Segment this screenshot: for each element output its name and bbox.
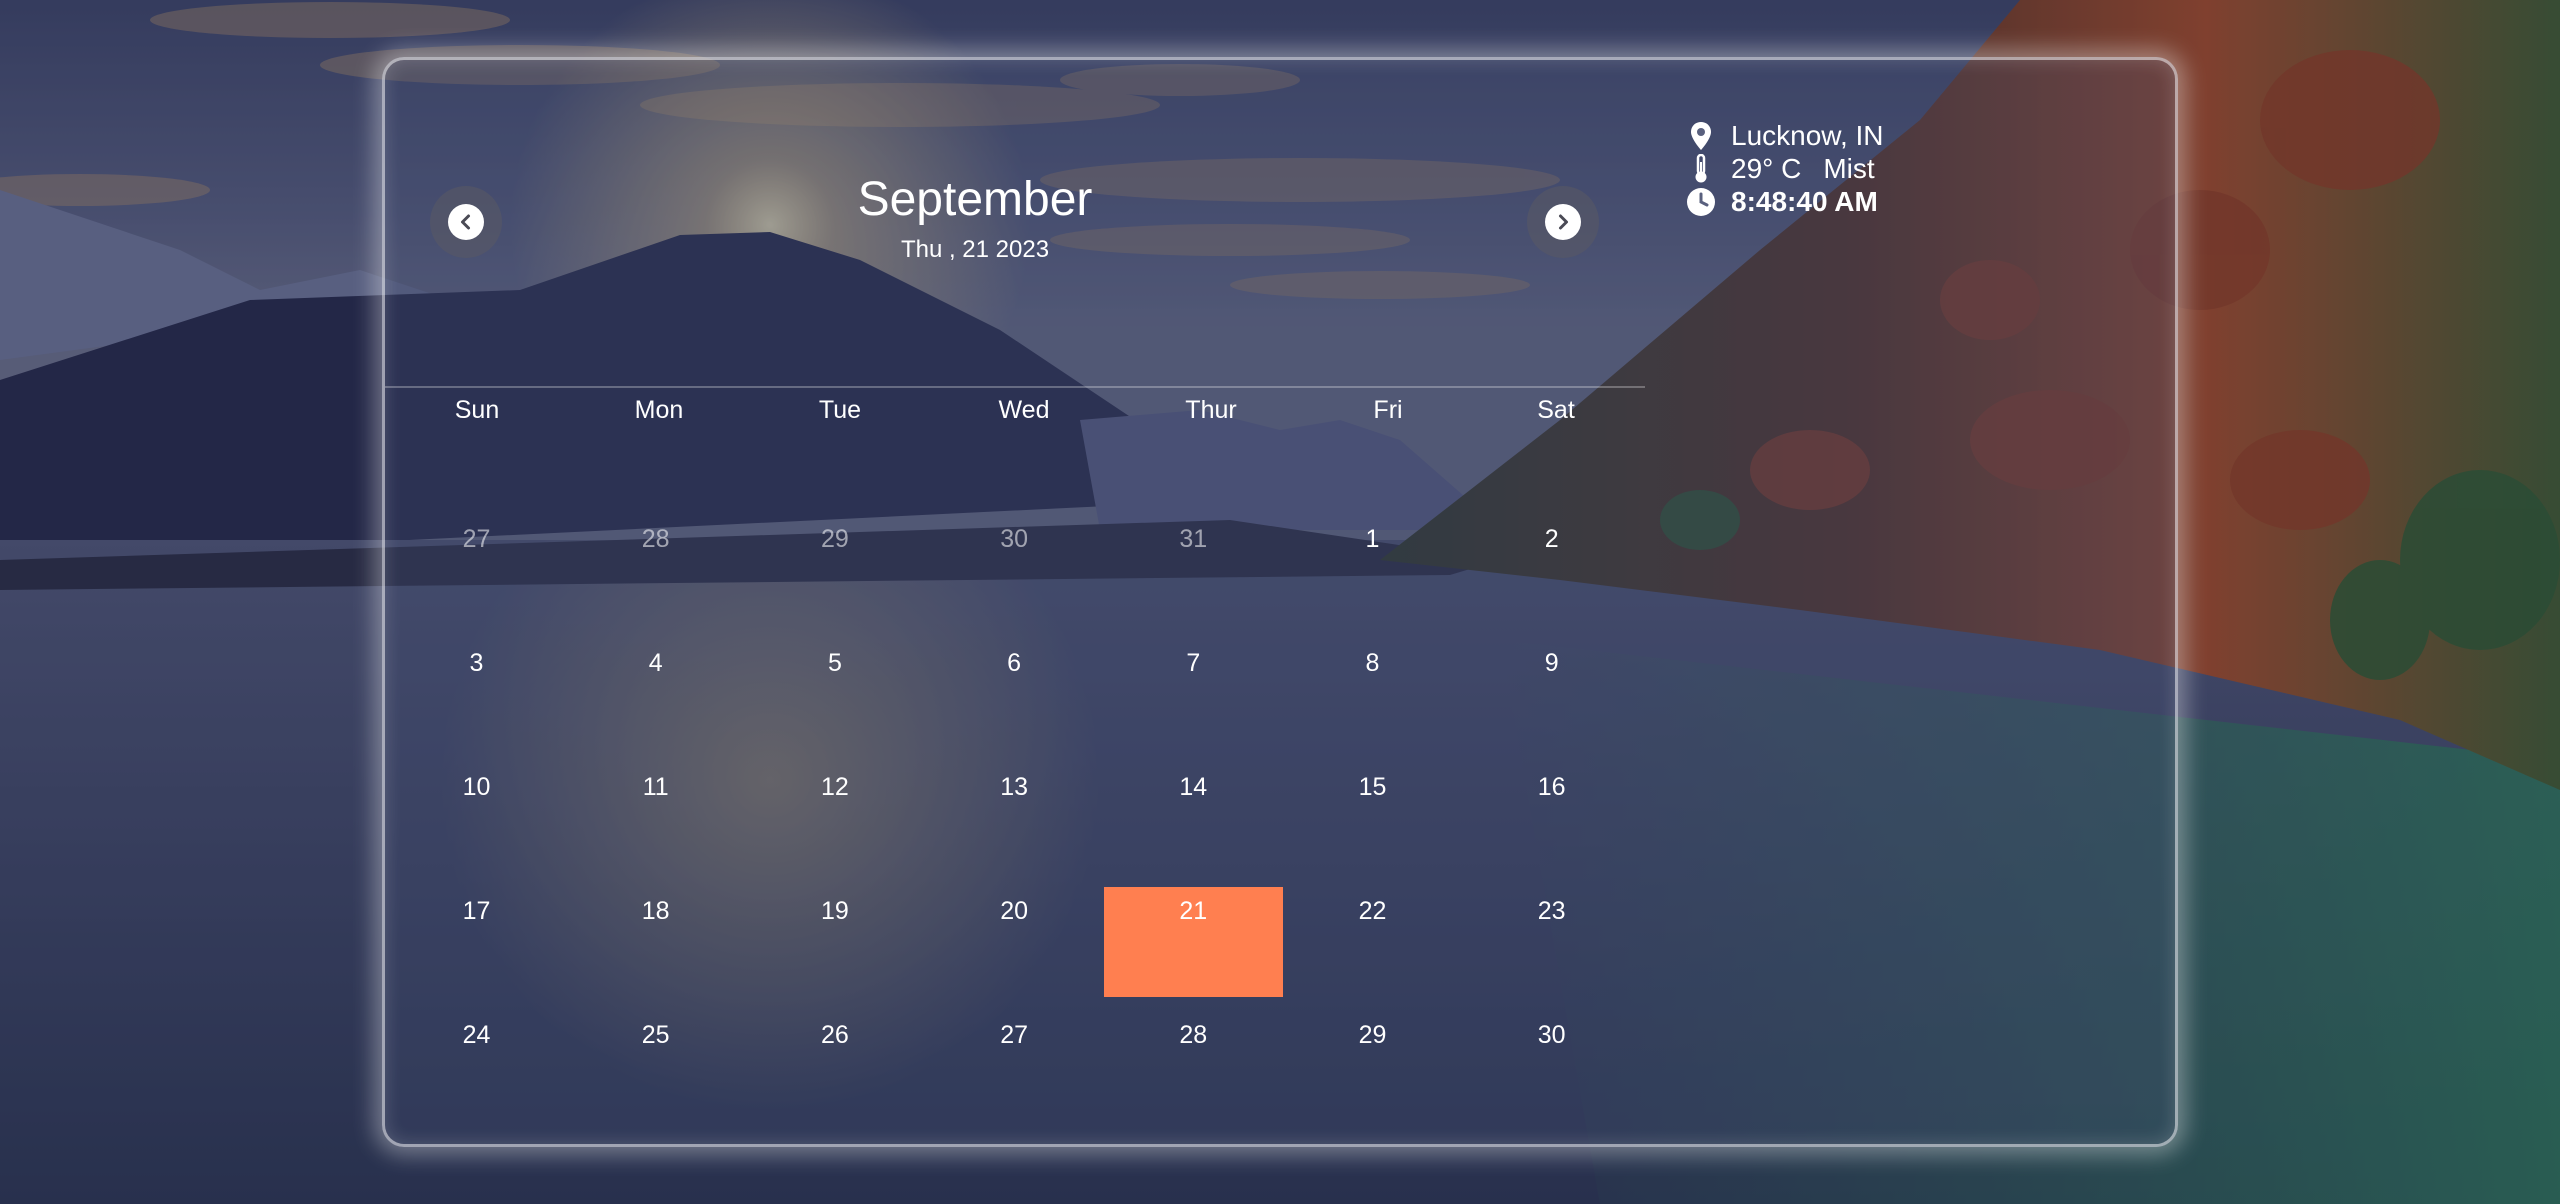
day-cell[interactable]: 10 [387,763,566,873]
day-cell[interactable]: 25 [566,1011,745,1121]
day-cell[interactable]: 23 [1462,887,1641,997]
day-cell[interactable]: 29 [1283,1011,1462,1121]
day-cell[interactable]: 13 [925,763,1104,873]
clock-icon [1683,187,1719,217]
day-cell[interactable]: 24 [387,1011,566,1121]
day-cell[interactable]: 20 [925,887,1104,997]
day-cell[interactable]: 2 [1462,515,1641,625]
day-cell[interactable]: 16 [1462,763,1641,873]
location-row: Lucknow, IN [1683,119,1884,152]
day-cell[interactable]: 26 [745,1011,924,1121]
day-cell[interactable]: 1 [1283,515,1462,625]
day-grid: 27 28 29 30 31 1 2 3 4 5 6 7 8 9 10 11 12 13 14 15 16 17 18 19 2… [385,60,1645,1150]
weather-row: 29° C Mist [1683,152,1884,185]
clock-text: 8:48:40 AM [1731,185,1878,217]
day-cell[interactable]: 27 [925,1011,1104,1121]
location-text: Lucknow, IN [1731,119,1884,151]
day-cell[interactable]: 8 [1283,639,1462,749]
day-cell[interactable]: 15 [1283,763,1462,873]
day-cell[interactable]: 7 [1104,639,1283,749]
day-cell-today[interactable]: 21 [1103,887,1283,997]
temperature-text: 29° C [1731,152,1802,184]
thermometer-icon [1683,153,1719,184]
day-cell[interactable]: 9 [1462,639,1641,749]
day-cell[interactable]: 6 [925,639,1104,749]
calendar-card: September Thu , 21 2023 Lucknow, IN 29° … [382,57,2178,1147]
day-cell[interactable]: 18 [566,887,745,997]
day-cell[interactable]: 27 [387,515,566,625]
day-cell[interactable]: 30 [1462,1011,1641,1121]
day-cell[interactable]: 28 [566,515,745,625]
day-cell[interactable]: 11 [566,763,745,873]
day-cell[interactable]: 30 [925,515,1104,625]
condition-text: Mist [1823,152,1875,184]
day-cell[interactable]: 5 [745,639,924,749]
day-cell[interactable]: 22 [1283,887,1462,997]
day-cell[interactable]: 17 [387,887,566,997]
time-row: 8:48:40 AM [1683,185,1884,218]
day-cell[interactable]: 19 [745,887,924,997]
day-cell[interactable]: 3 [387,639,566,749]
map-pin-icon [1683,121,1719,151]
weather-info: Lucknow, IN 29° C Mist 8:48:40 AM [1683,119,1884,218]
day-cell[interactable]: 14 [1104,763,1283,873]
day-cell[interactable]: 12 [745,763,924,873]
day-cell[interactable]: 31 [1104,515,1283,625]
day-cell[interactable]: 28 [1104,1011,1283,1121]
day-cell[interactable]: 29 [745,515,924,625]
day-cell[interactable]: 4 [566,639,745,749]
